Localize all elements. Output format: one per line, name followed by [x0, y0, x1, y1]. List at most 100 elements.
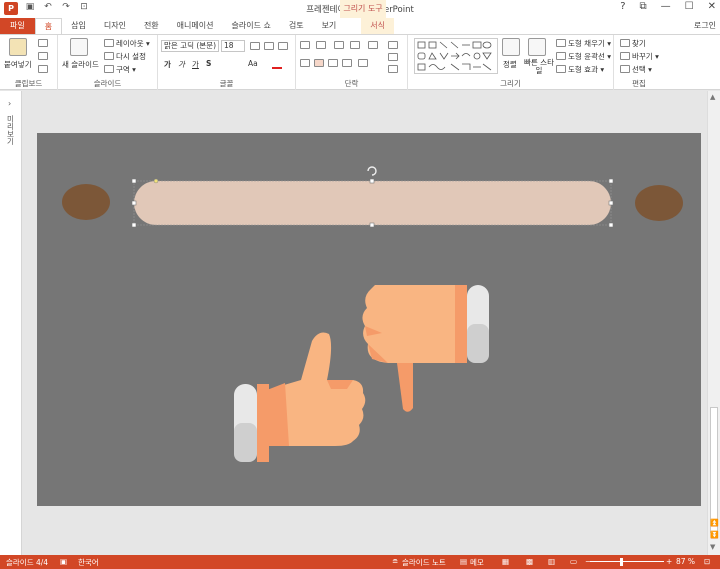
replace-icon	[620, 52, 630, 60]
new-slide-button[interactable]: 새 슬라이드	[62, 59, 99, 70]
section-icon	[104, 65, 114, 73]
drawing-label: 그리기	[500, 79, 521, 88]
clipboard-label: 클립보드	[14, 79, 43, 88]
tab-insert[interactable]: 삽입	[62, 18, 95, 34]
bullets-icon[interactable]	[300, 41, 310, 49]
normal-view-icon[interactable]: ▦	[502, 557, 509, 566]
ribbon: 붙여넣기 클립보드 새 슬라이드 레이아웃 ▾ 다시 설정 구역 ▾ 슬라이드 …	[0, 34, 720, 90]
copy-icon[interactable]	[38, 52, 48, 60]
paste-button[interactable]: 붙여넣기	[4, 59, 32, 70]
underline-button[interactable]: 가	[192, 59, 199, 70]
tab-file[interactable]: 파일	[0, 18, 35, 34]
shadow-button[interactable]: S	[206, 59, 211, 68]
slides-label: 슬라이드	[93, 79, 122, 88]
paragraph-label: 단락	[344, 79, 359, 88]
section-button[interactable]: 구역 ▾	[116, 64, 136, 75]
find-button[interactable]: 찾기	[632, 38, 646, 49]
paste-icon[interactable]	[9, 38, 27, 56]
slideshow-view-icon[interactable]: ▭	[570, 557, 577, 566]
align-center-icon[interactable]	[314, 59, 324, 67]
increase-indent-icon[interactable]	[350, 41, 360, 49]
ribbon-display-icon[interactable]: ⧉	[640, 1, 647, 12]
change-case-button[interactable]: Aa	[248, 59, 258, 68]
scrollbar-thumb[interactable]	[710, 407, 718, 533]
vertical-scrollbar[interactable]: ▲ ⏫ ⏬ ▼	[707, 91, 720, 555]
comments-button[interactable]: 메모	[470, 557, 484, 568]
layout-button[interactable]: 레이아웃 ▾	[116, 38, 150, 49]
numbering-icon[interactable]	[316, 41, 326, 49]
quick-styles-icon[interactable]	[528, 38, 546, 56]
arrange-button[interactable]: 정렬	[503, 59, 517, 70]
line-spacing-icon[interactable]	[368, 41, 378, 49]
drawing-tools-context: 그리기 도구	[340, 0, 386, 18]
prev-slide-icon[interactable]: ⏫	[710, 519, 719, 527]
close-icon[interactable]: ✕	[708, 1, 716, 12]
smartart-icon[interactable]	[388, 65, 398, 73]
align-left-icon[interactable]	[300, 59, 310, 67]
bold-button[interactable]: 가	[164, 59, 171, 70]
tab-format[interactable]: 서식	[361, 18, 395, 34]
login-link[interactable]: 로그인	[694, 20, 716, 31]
find-icon	[620, 39, 630, 47]
italic-button[interactable]: 가	[178, 59, 185, 70]
columns-icon[interactable]	[358, 59, 368, 67]
font-size-combo[interactable]: 18	[221, 40, 245, 52]
adjust-handle	[153, 178, 159, 184]
shapes-gallery[interactable]	[414, 38, 498, 74]
notes-button[interactable]: 슬라이드 노트	[402, 557, 446, 568]
next-slide-icon[interactable]: ⏬	[710, 531, 719, 539]
slide-canvas[interactable]	[37, 133, 701, 506]
scroll-down-icon[interactable]: ▼	[710, 543, 715, 551]
cut-icon[interactable]	[38, 39, 48, 47]
arrange-icon[interactable]	[502, 38, 520, 56]
font-color-icon[interactable]	[272, 59, 282, 69]
justify-icon[interactable]	[342, 59, 352, 67]
decrease-indent-icon[interactable]	[334, 41, 344, 49]
new-slide-icon[interactable]	[70, 38, 88, 56]
expand-pane-icon[interactable]: ›	[8, 99, 11, 108]
tab-slideshow[interactable]: 슬라이드 쇼	[222, 18, 279, 34]
tab-review[interactable]: 검토	[280, 18, 313, 34]
grow-font-icon[interactable]	[250, 42, 260, 50]
maximize-icon[interactable]: ☐	[685, 1, 694, 12]
tab-home[interactable]: 홈	[34, 18, 63, 34]
slide-sorter-icon[interactable]: ▩	[526, 557, 533, 566]
shape-outline-button[interactable]: 도형 윤곽선 ▾	[568, 51, 611, 62]
quick-styles-button[interactable]: 빠른 스타일	[524, 59, 554, 75]
shrink-font-icon[interactable]	[264, 42, 274, 50]
select-icon	[620, 65, 630, 73]
align-text-icon[interactable]	[388, 53, 398, 61]
slide-graphics	[62, 166, 683, 462]
fit-slide-icon[interactable]: ⊡	[704, 557, 710, 566]
text-direction-icon[interactable]	[388, 41, 398, 49]
title-bar: P ▣ ↶ ↷ ⊡ 프레젠테이션1 - PowerPoint 그리기 도구 ? …	[0, 0, 720, 18]
status-bar: 슬라이드 4/4 ▣ 한국어 ≘ 슬라이드 노트 ▤ 메모 ▦ ▩ ▥ ▭ − …	[0, 555, 720, 569]
zoom-slider[interactable]	[590, 561, 664, 562]
clear-format-icon[interactable]	[278, 42, 288, 50]
tab-animations[interactable]: 애니메이션	[168, 18, 223, 34]
shape-effects-button[interactable]: 도형 효과 ▾	[568, 64, 604, 75]
rotate-handle-icon	[367, 166, 377, 176]
spellcheck-icon[interactable]: ▣	[60, 557, 67, 566]
editing-group: 찾기 바꾸기 ▾ 선택 ▾ 편집	[614, 35, 720, 90]
zoom-slider-thumb[interactable]	[620, 558, 623, 566]
select-button[interactable]: 선택 ▾	[632, 64, 652, 75]
shape-effects-icon	[556, 65, 566, 73]
help-icon[interactable]: ?	[620, 1, 625, 12]
zoom-in-button[interactable]: +	[666, 557, 672, 566]
tab-transitions[interactable]: 전환	[135, 18, 168, 34]
zoom-level[interactable]: 87 %	[676, 557, 695, 566]
scroll-up-icon[interactable]: ▲	[710, 93, 715, 101]
language-indicator[interactable]: 한국어	[78, 557, 99, 568]
font-name-combo[interactable]: 맑은 고딕 (본문)	[161, 40, 219, 52]
reading-view-icon[interactable]: ▥	[548, 557, 555, 566]
format-painter-icon[interactable]	[38, 65, 48, 73]
align-right-icon[interactable]	[328, 59, 338, 67]
replace-button[interactable]: 바꾸기 ▾	[632, 51, 659, 62]
minimize-icon[interactable]: —	[661, 1, 671, 12]
shape-fill-icon	[556, 39, 566, 47]
shape-fill-button[interactable]: 도형 채우기 ▾	[568, 38, 611, 49]
tab-view[interactable]: 보기	[313, 18, 346, 34]
reset-button[interactable]: 다시 설정	[116, 51, 146, 62]
tab-design[interactable]: 디자인	[95, 18, 135, 34]
